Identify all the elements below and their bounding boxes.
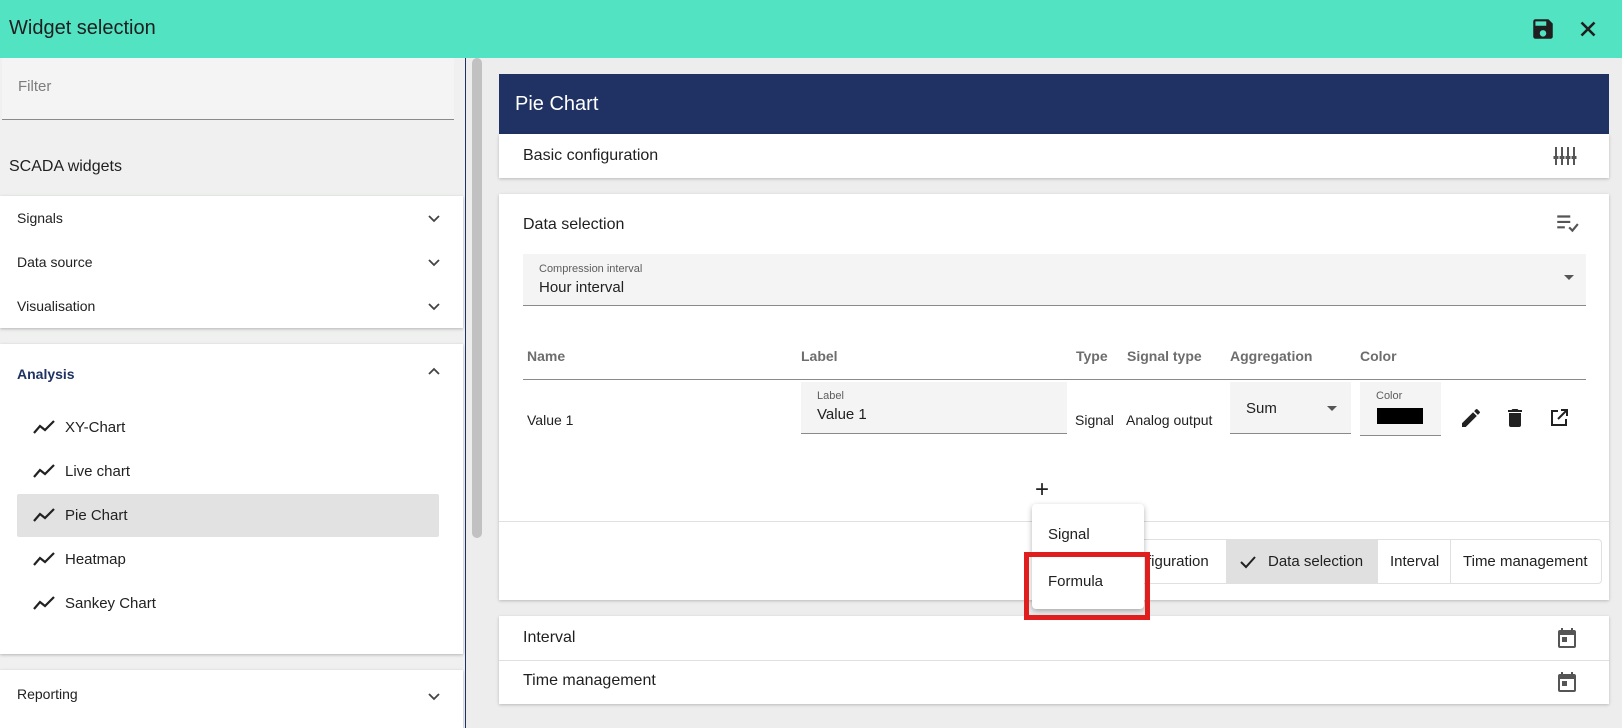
- interval-panel[interactable]: Interval: [499, 616, 1609, 660]
- interval-title: Interval: [523, 629, 576, 646]
- group-label: Analysis: [17, 366, 75, 382]
- group-data-source[interactable]: Data source: [0, 240, 463, 284]
- widget-item-label: Pie Chart: [65, 507, 128, 524]
- open-in-new-icon[interactable]: [1547, 406, 1571, 430]
- group-analysis[interactable]: Analysis: [0, 344, 463, 402]
- widget-header: Pie Chart: [499, 74, 1609, 134]
- widget-item-sankey-chart[interactable]: Sankey Chart: [17, 582, 439, 625]
- delete-icon[interactable]: [1503, 406, 1527, 430]
- widget-item-label: XY-Chart: [65, 419, 126, 436]
- sidebar-scrollbar[interactable]: [472, 58, 482, 538]
- dropdown-arrow-icon: [1327, 406, 1337, 411]
- row-label-value: Value 1: [817, 406, 867, 423]
- edit-icon[interactable]: [1459, 406, 1483, 430]
- save-icon[interactable]: [1530, 16, 1556, 42]
- menu-item-signal[interactable]: Signal: [1032, 512, 1144, 556]
- section-title: SCADA widgets: [9, 158, 122, 175]
- row-label-field[interactable]: Label Value 1: [801, 382, 1067, 434]
- data-selection-title: Data selection: [523, 216, 625, 233]
- check-icon: [1240, 556, 1256, 569]
- playlist-check-icon[interactable]: [1554, 210, 1580, 236]
- line-chart-icon: [33, 420, 55, 434]
- aggregation-value: Sum: [1246, 400, 1277, 417]
- widget-title: Pie Chart: [515, 93, 599, 115]
- compression-interval-select[interactable]: Compression interval Hour interval: [523, 254, 1586, 306]
- column-header-name: Name: [527, 348, 566, 364]
- calendar-icon[interactable]: [1555, 670, 1579, 694]
- highlight-box: [1024, 552, 1150, 620]
- add-button[interactable]: +: [1035, 476, 1049, 504]
- widget-item-label: Sankey Chart: [65, 595, 156, 612]
- step-toggle-group: figuration Data selection Interval Time …: [1099, 539, 1602, 584]
- widget-item-label: Live chart: [65, 463, 131, 480]
- widget-item-label: Heatmap: [65, 551, 126, 568]
- chevron-down-icon: [428, 693, 440, 701]
- time-management-panel[interactable]: Time management: [499, 661, 1609, 704]
- table-header-divider: [523, 379, 1586, 380]
- compression-interval-value: Hour interval: [539, 279, 625, 296]
- group-label: Data source: [17, 254, 93, 270]
- dropdown-arrow-icon: [1564, 275, 1574, 280]
- chevron-down-icon: [428, 303, 440, 311]
- line-chart-icon: [33, 552, 55, 566]
- filter-input[interactable]: [18, 74, 438, 98]
- basic-configuration-title: Basic configuration: [523, 147, 659, 164]
- time-management-title: Time management: [523, 672, 656, 689]
- group-label: Reporting: [17, 686, 78, 702]
- step-label: Interval: [1390, 553, 1440, 570]
- row-label-field-label: Label: [817, 390, 844, 402]
- filter-field[interactable]: [2, 58, 454, 120]
- compression-interval-label: Compression interval: [539, 263, 643, 275]
- row-signal-type: Analog output: [1126, 412, 1213, 428]
- column-header-type: Type: [1076, 348, 1108, 364]
- step-label: Data selection: [1268, 553, 1364, 570]
- interval-panels: Interval Time management: [499, 616, 1609, 704]
- color-field-label: Color: [1376, 390, 1403, 402]
- chevron-down-icon: [428, 215, 440, 223]
- group-label: Signals: [17, 210, 63, 226]
- menu-item-label: Signal: [1048, 526, 1090, 543]
- step-interval[interactable]: Interval: [1377, 540, 1450, 583]
- group-label: Visualisation: [17, 298, 96, 314]
- analysis-panel: Analysis XY-Chart Live chart Pie Chart H…: [0, 344, 463, 654]
- step-label: Time management: [1463, 553, 1588, 570]
- title-bar: Widget selection: [0, 0, 1622, 58]
- widget-item-heatmap[interactable]: Heatmap: [17, 538, 439, 581]
- widget-item-xy-chart[interactable]: XY-Chart: [17, 406, 439, 449]
- line-chart-icon: [33, 508, 55, 522]
- column-header-color: Color: [1360, 348, 1397, 364]
- group-signals[interactable]: Signals: [0, 196, 463, 240]
- calendar-icon[interactable]: [1555, 626, 1579, 650]
- step-time-management[interactable]: Time management: [1450, 540, 1601, 583]
- widget-groups-panel: Signals Data source Visualisation: [0, 196, 463, 328]
- line-chart-icon: [33, 464, 55, 478]
- aggregation-select[interactable]: Sum: [1230, 382, 1351, 434]
- line-chart-icon: [33, 596, 55, 610]
- close-icon[interactable]: [1575, 16, 1601, 42]
- sidebar: SCADA widgets Signals Data source Visual…: [0, 58, 466, 728]
- chevron-down-icon: [428, 259, 440, 267]
- column-header-label: Label: [801, 348, 838, 364]
- dialog-title: Widget selection: [9, 17, 156, 39]
- widget-item-live-chart[interactable]: Live chart: [17, 450, 439, 493]
- column-header-aggregation: Aggregation: [1230, 348, 1313, 364]
- row-type: Signal: [1075, 412, 1114, 428]
- step-label: figuration: [1147, 553, 1209, 570]
- chevron-up-icon: [428, 367, 440, 375]
- group-visualisation[interactable]: Visualisation: [0, 284, 463, 328]
- basic-configuration-panel[interactable]: Basic configuration: [499, 134, 1609, 178]
- group-reporting[interactable]: Reporting: [0, 670, 463, 714]
- reporting-panel: Reporting: [0, 670, 463, 728]
- color-picker-field[interactable]: Color: [1360, 382, 1441, 436]
- tune-icon[interactable]: [1552, 143, 1578, 169]
- column-header-signal-type: Signal type: [1127, 348, 1202, 364]
- row-name: Value 1: [527, 412, 574, 428]
- color-swatch[interactable]: [1377, 408, 1423, 424]
- step-data-selection[interactable]: Data selection: [1226, 540, 1377, 583]
- widget-item-pie-chart[interactable]: Pie Chart: [17, 494, 439, 537]
